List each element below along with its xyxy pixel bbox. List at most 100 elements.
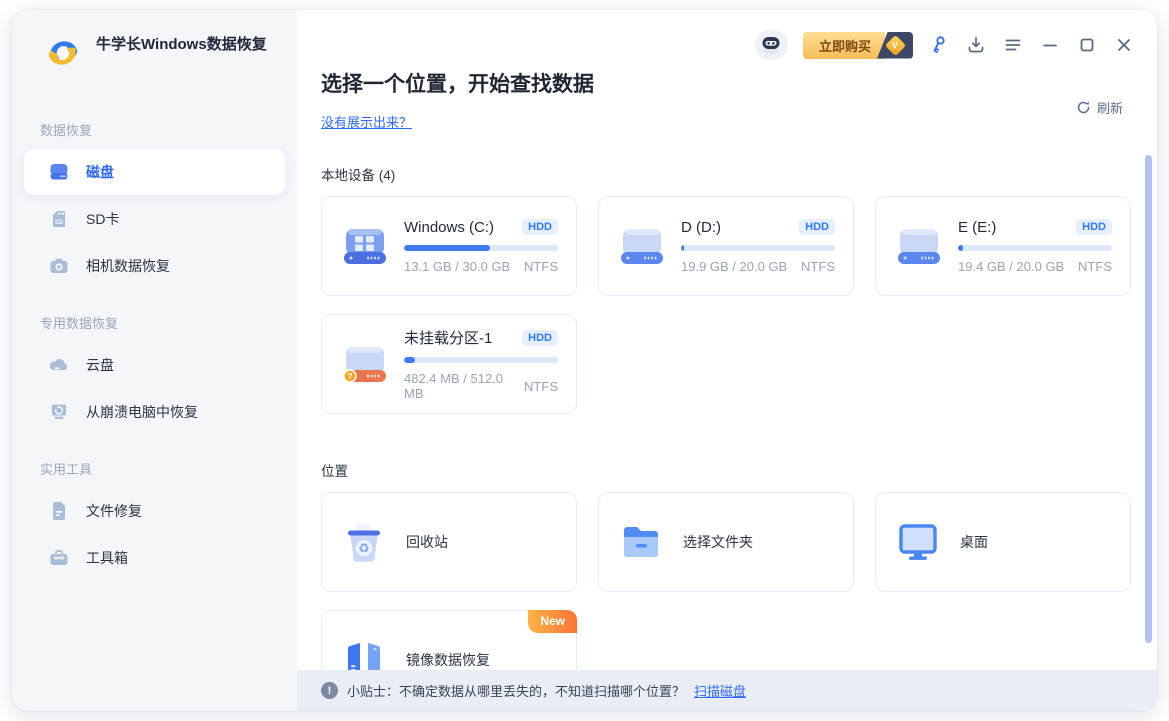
disk-icon (48, 161, 70, 183)
location-label: 回收站 (406, 532, 448, 552)
sidebar-item-label: 相机数据恢复 (86, 256, 170, 276)
robot-assistant-icon[interactable] (755, 30, 788, 60)
sidebar-item-label: SD卡 (86, 209, 119, 229)
drive-name: E (E:) (958, 219, 996, 236)
drive-name: D (D:) (681, 219, 721, 236)
cloud-icon (48, 354, 70, 376)
sidebar-item-disk[interactable]: 磁盘 (24, 149, 285, 195)
drive-name: Windows (C:) (404, 219, 494, 236)
drive-card-d[interactable]: D (D:) HDD 19.9 GB / 20.0 GB NTFS (598, 196, 854, 296)
desktop-icon (896, 520, 940, 564)
download-icon[interactable] (965, 34, 987, 56)
app-logo-row: 牛学长Windows数据恢复 (12, 10, 297, 74)
sidebar: 牛学长Windows数据恢复 数据恢复 磁盘 (12, 10, 297, 711)
drive-type-badge: HDD (799, 219, 835, 235)
drive-name: 未挂载分区-1 (404, 327, 492, 348)
app-window: 牛学长Windows数据恢复 数据恢复 磁盘 (12, 10, 1157, 711)
tip-text: 小贴士：不确定数据从哪里丢失的，不知道扫描哪个位置？ (347, 681, 685, 700)
sidebar-section-utilities: 实用工具 (40, 459, 297, 478)
sidebar-item-cloud-drive[interactable]: 云盘 (24, 342, 285, 388)
drive-filesystem: NTFS (801, 259, 835, 274)
new-badge: New (528, 610, 577, 633)
svg-text:SD: SD (55, 220, 64, 226)
scan-disk-link[interactable]: 扫描磁盘 (694, 681, 746, 700)
tip-bar: ! 小贴士：不确定数据从哪里丢失的，不知道扫描哪个位置？ 扫描磁盘 (297, 670, 1157, 711)
file-repair-icon (48, 500, 70, 522)
svg-text:♻: ♻ (358, 541, 370, 556)
minimize-button[interactable] (1039, 34, 1061, 56)
mirror-image-icon (342, 638, 386, 670)
maximize-button[interactable] (1076, 34, 1098, 56)
sidebar-item-label: 磁盘 (86, 162, 114, 182)
drive-card-unmounted-partition[interactable]: ? 未挂载分区-1 HDD 482.4 MB / 512.0 MB NTFS (321, 314, 577, 414)
scrollbar[interactable] (1145, 155, 1152, 643)
capacity-bar (958, 245, 1112, 251)
capacity-bar (404, 357, 558, 363)
drive-type-badge: HDD (1076, 219, 1112, 235)
sidebar-item-sd-card[interactable]: SD SD卡 (24, 196, 285, 242)
drive-filesystem: NTFS (524, 259, 558, 274)
page-title: 选择一个位置，开始查找数据 (321, 68, 1131, 98)
menu-icon[interactable] (1002, 34, 1024, 56)
capacity-bar-fill (681, 245, 684, 251)
sidebar-section-special-recovery: 专用数据恢复 (40, 313, 297, 332)
recycle-bin-icon: ♻ (342, 520, 386, 564)
buy-now-button[interactable]: 立即购买 V (803, 32, 913, 59)
drive-card-windows-c[interactable]: Windows (C:) HDD 13.1 GB / 30.0 GB NTFS (321, 196, 577, 296)
sidebar-item-label: 工具箱 (86, 548, 128, 568)
sidebar-item-label: 从崩溃电脑中恢复 (86, 402, 198, 422)
drive-filesystem: NTFS (524, 379, 558, 394)
sidebar-item-file-repair[interactable]: 文件修复 (24, 488, 285, 534)
capacity-bar-fill (958, 245, 963, 251)
drive-card-grid: Windows (C:) HDD 13.1 GB / 30.0 GB NTFS (321, 196, 1131, 414)
drive-filesystem: NTFS (1078, 259, 1112, 274)
sd-card-icon: SD (48, 208, 70, 230)
sidebar-item-toolbox[interactable]: 工具箱 (24, 535, 285, 581)
sidebar-section-data-recovery: 数据恢复 (40, 120, 297, 139)
local-devices-label: 本地设备 (4) (321, 164, 1131, 184)
hard-drive-icon (342, 225, 388, 267)
main-content: 选择一个位置，开始查找数据 没有展示出来？ 本地设备 (4) (297, 10, 1157, 670)
capacity-bar (404, 245, 558, 251)
drive-card-e[interactable]: E (E:) HDD 19.4 GB / 20.0 GB NTFS (875, 196, 1131, 296)
sidebar-item-camera-recovery[interactable]: 相机数据恢复 (24, 243, 285, 289)
drive-type-badge: HDD (522, 219, 558, 235)
location-label: 选择文件夹 (683, 532, 753, 552)
sidebar-item-label: 文件修复 (86, 501, 142, 521)
drive-size: 19.9 GB / 20.0 GB (681, 259, 787, 274)
sidebar-item-crashed-pc-recovery[interactable]: 从崩溃电脑中恢复 (24, 389, 285, 435)
camera-icon (48, 255, 70, 277)
hard-drive-icon (619, 225, 665, 267)
info-icon: ! (321, 682, 338, 699)
location-card-select-folder[interactable]: 选择文件夹 (598, 492, 854, 592)
location-card-mirror-recovery[interactable]: New 镜像数据恢复 (321, 610, 577, 670)
location-card-recycle-bin[interactable]: ♻ 回收站 (321, 492, 577, 592)
license-key-icon[interactable] (928, 34, 950, 56)
buy-now-label: 立即购买 (803, 32, 885, 59)
vip-diamond-icon: V (884, 34, 905, 55)
location-label: 镜像数据恢复 (406, 650, 490, 670)
drive-size: 482.4 MB / 512.0 MB (404, 371, 524, 401)
drive-type-badge: HDD (522, 330, 558, 346)
hard-drive-icon (896, 225, 942, 267)
unmounted-drive-icon: ? (342, 343, 388, 385)
sidebar-item-label: 云盘 (86, 355, 114, 375)
close-button[interactable] (1113, 34, 1135, 56)
location-label: 桌面 (960, 532, 988, 552)
locations-label: 位置 (321, 460, 1131, 480)
crashed-pc-icon (48, 401, 70, 423)
app-title: 牛学长Windows数据恢复 (96, 32, 267, 56)
app-logo-icon (42, 32, 84, 74)
svg-text:?: ? (347, 371, 352, 381)
not-shown-link[interactable]: 没有展示出来？ (321, 112, 412, 131)
location-card-grid: ♻ 回收站 选择文件夹 (321, 492, 1131, 670)
titlebar-controls: 立即购买 V (755, 30, 1135, 60)
main-panel: 立即购买 V (297, 10, 1157, 711)
drive-size: 19.4 GB / 20.0 GB (958, 259, 1064, 274)
capacity-bar (681, 245, 835, 251)
capacity-bar-fill (404, 245, 490, 251)
location-card-desktop[interactable]: 桌面 (875, 492, 1131, 592)
folder-icon (619, 520, 663, 564)
toolbox-icon (48, 547, 70, 569)
capacity-bar-fill (404, 357, 415, 363)
